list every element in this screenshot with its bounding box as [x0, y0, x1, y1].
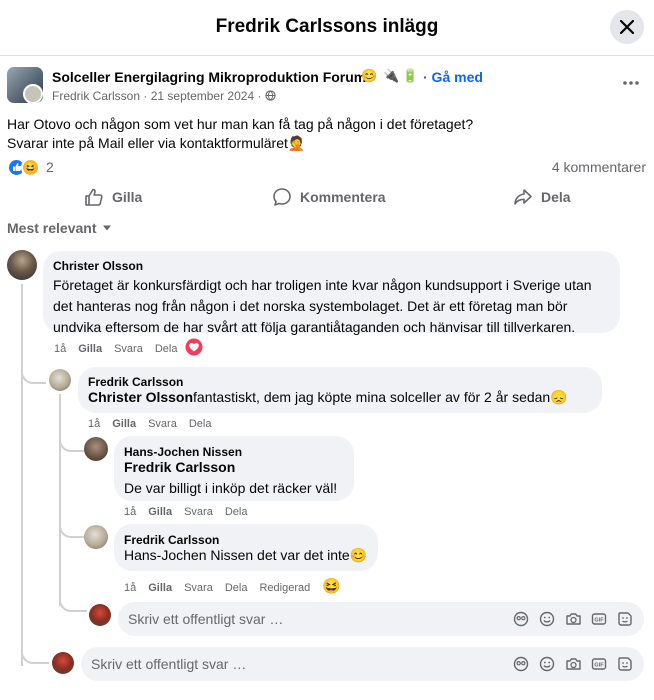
dialog-header: Fredrik Carlssons inlägg: [0, 0, 654, 56]
disappointed-emoji-icon: 😞: [550, 389, 568, 405]
facepalm-emoji-icon: 🤦: [287, 135, 306, 151]
comment-count[interactable]: 4 kommentarer: [552, 159, 646, 175]
comment-time[interactable]: 1å: [124, 506, 136, 518]
join-group-link[interactable]: · Gå med: [423, 69, 483, 85]
comment-share-button[interactable]: Dela: [155, 343, 178, 355]
comment-author[interactable]: Christer Olsson: [53, 259, 143, 273]
sticker-icon[interactable]: [616, 610, 634, 628]
author-avatar[interactable]: [23, 84, 43, 104]
svg-text:GIF: GIF: [594, 618, 604, 624]
comment-text: Christer Olssonfantastiskt, dem jag köpt…: [88, 389, 568, 405]
post-meta: Fredrik Carlsson · 21 september 2024 ·: [52, 89, 276, 103]
comment-sort-filter[interactable]: Mest relevant: [7, 220, 112, 236]
battery-emoji-icon: 🔋: [402, 68, 419, 83]
input-tools: GIF: [504, 610, 634, 628]
reply-placeholder: Skriv ett offentligt svar …: [91, 656, 247, 672]
comment-share-button[interactable]: Dela: [225, 582, 248, 594]
edited-label[interactable]: Redigerad: [259, 582, 310, 594]
reaction-count: 2: [46, 159, 54, 175]
post-body: Har Otovo och någon som vet hur man kan …: [7, 115, 473, 153]
plug-emoji-icon: 🔌: [383, 68, 400, 83]
mention-link[interactable]: Fredrik Carlsson: [124, 457, 337, 478]
comment-text: Företaget är konkursfärdigt och har trol…: [53, 277, 592, 335]
group-name[interactable]: Solceller Energilagring Mikroproduktion …: [52, 69, 366, 85]
heart-reaction-icon[interactable]: [185, 338, 203, 356]
comment-share-button[interactable]: Dela: [225, 506, 248, 518]
comment-like-button[interactable]: Gilla: [78, 343, 102, 355]
comment-share-button[interactable]: Dela: [189, 418, 212, 430]
post-text-line: Har Otovo och någon som vet hur man kan …: [7, 116, 474, 132]
comment-reply-button[interactable]: Svara: [184, 582, 213, 594]
comment-reply-button[interactable]: Svara: [184, 506, 213, 518]
smile-emoji-icon: 😊: [349, 547, 368, 563]
like-button[interactable]: Gilla: [84, 185, 142, 209]
avatar-sticker-icon[interactable]: [512, 610, 530, 628]
emoji-icon[interactable]: [538, 610, 556, 628]
reply-placeholder: Skriv ett offentligt svar …: [128, 611, 284, 627]
comment-time[interactable]: 1å: [88, 418, 100, 430]
thread-connector: [21, 368, 46, 384]
comment-reply-button[interactable]: Svara: [148, 418, 177, 430]
sticker-icon[interactable]: [616, 655, 634, 673]
avatar[interactable]: [84, 437, 108, 461]
haha-reaction-icon[interactable]: 😆: [322, 577, 341, 595]
share-button[interactable]: Dela: [513, 185, 571, 209]
reaction-summary[interactable]: 😆 2: [7, 157, 54, 177]
avatar[interactable]: [84, 525, 108, 549]
globe-icon: [265, 90, 276, 101]
comment-time[interactable]: 1å: [124, 582, 136, 594]
camera-icon[interactable]: [564, 610, 582, 628]
gif-icon[interactable]: GIF: [590, 655, 608, 673]
thread-line: [21, 284, 23, 666]
emoji-icon[interactable]: [538, 655, 556, 673]
dialog-title: Fredrik Carlssons inlägg: [215, 16, 439, 37]
thread-connector: [21, 648, 49, 664]
post-author[interactable]: Fredrik Carlsson: [52, 89, 140, 103]
avatar[interactable]: [7, 250, 37, 280]
thread-line: [59, 394, 61, 606]
avatar[interactable]: [89, 604, 111, 626]
caret-down-icon: [103, 225, 112, 231]
comment-actions: 1å Gilla Svara Dela: [124, 506, 259, 518]
smile-emoji-icon: 😊: [361, 68, 378, 83]
more-options-icon[interactable]: [622, 76, 640, 90]
mention-link[interactable]: Christer Olsson: [88, 389, 193, 405]
reply-input[interactable]: Skriv ett offentligt svar … GIF: [81, 647, 644, 681]
thread-connector: [59, 522, 84, 538]
comment-time[interactable]: 1å: [54, 343, 66, 355]
input-tools: GIF: [504, 655, 634, 673]
reply-input[interactable]: Skriv ett offentligt svar … GIF: [118, 602, 644, 636]
comment-like-button[interactable]: Gilla: [148, 582, 172, 594]
thread-connector: [59, 596, 87, 612]
comment-reply-button[interactable]: Svara: [114, 343, 143, 355]
comment-like-button[interactable]: Gilla: [112, 418, 136, 430]
avatar[interactable]: [49, 369, 71, 391]
close-button[interactable]: [610, 10, 644, 44]
comment-button[interactable]: Kommentera: [272, 185, 386, 209]
camera-icon[interactable]: [564, 655, 582, 673]
share-arrow-icon: [514, 189, 532, 205]
avatar[interactable]: [52, 652, 74, 674]
svg-text:GIF: GIF: [594, 663, 604, 669]
thumbs-up-icon: [85, 188, 103, 206]
comment-actions: 1å Gilla Svara Dela Redigerad 😆: [124, 577, 353, 595]
thread-connector: [59, 436, 84, 452]
comment-actions: 1å Gilla Svara Dela: [88, 418, 223, 430]
close-icon: [620, 20, 634, 34]
comment-text: Fredrik Carlsson De var billigt i inköp …: [124, 457, 338, 496]
haha-reaction-icon: 😆: [21, 157, 40, 177]
gif-icon[interactable]: GIF: [590, 610, 608, 628]
post-text-line: Svarar inte på Mail eller via kontaktfor…: [7, 135, 288, 151]
comment-like-button[interactable]: Gilla: [148, 506, 172, 518]
comment-actions: 1å Gilla Svara Dela: [54, 338, 203, 356]
post-date[interactable]: 21 september 2024: [151, 89, 254, 103]
comment-bubble-icon: [273, 188, 291, 206]
avatar-sticker-icon[interactable]: [512, 655, 530, 673]
comment-text: Hans-Jochen Nissen det var det inte😊: [124, 547, 368, 563]
